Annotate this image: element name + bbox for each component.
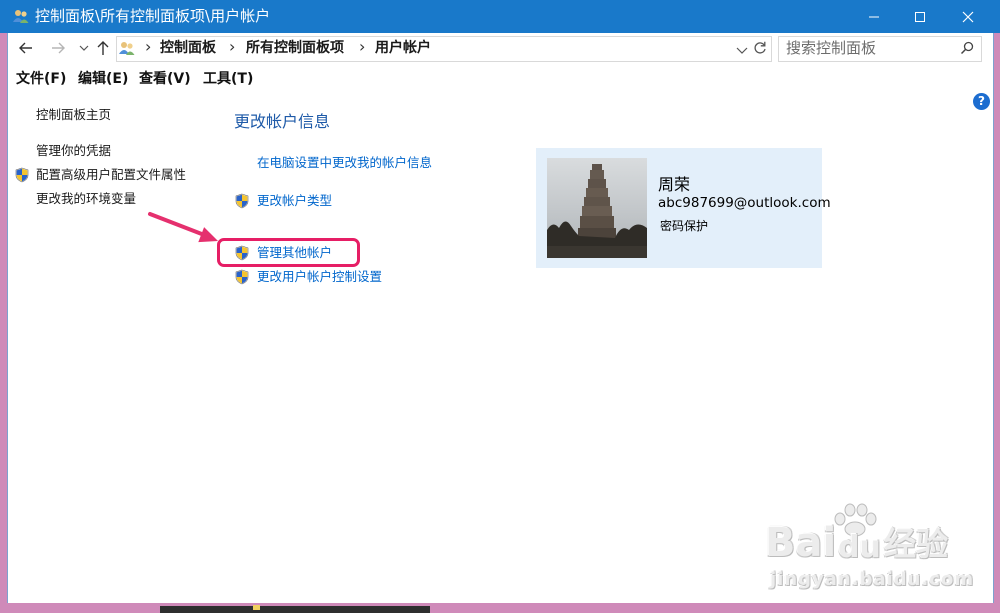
recent-locations-button[interactable] bbox=[75, 39, 93, 57]
watermark-url: jingyan.baidu.com bbox=[770, 569, 975, 590]
up-button[interactable] bbox=[94, 39, 112, 57]
breadcrumb-separator[interactable]: › bbox=[359, 37, 365, 57]
maximize-icon bbox=[915, 11, 925, 22]
breadcrumb-control-panel[interactable]: 控制面板 bbox=[160, 38, 216, 58]
recent-chevron-icon bbox=[79, 45, 89, 51]
close-icon bbox=[962, 11, 974, 22]
link-change-uac-settings[interactable]: 更改用户帐户控制设置 bbox=[257, 269, 382, 285]
watermark-brand-right: du bbox=[838, 530, 881, 565]
address-dropdown-button[interactable] bbox=[735, 42, 749, 56]
maximize-button[interactable] bbox=[897, 0, 943, 33]
page-heading: 更改帐户信息 bbox=[234, 112, 331, 131]
menu-view[interactable]: 查看(V) bbox=[139, 69, 191, 89]
user-accounts-icon bbox=[119, 42, 135, 55]
window-title: 控制面板\所有控制面板项\用户帐户 bbox=[35, 7, 271, 25]
breadcrumb-separator[interactable]: › bbox=[145, 37, 151, 57]
user-accounts-icon bbox=[13, 10, 29, 23]
watermark-brand-left: Bai bbox=[765, 520, 837, 566]
watermark-brand-cn: 经验 bbox=[884, 525, 949, 563]
help-icon[interactable]: ? bbox=[973, 93, 990, 110]
search-placeholder: 搜索控制面板 bbox=[786, 39, 877, 57]
account-email: abc987699@outlook.com bbox=[658, 195, 831, 211]
minimize-button[interactable] bbox=[851, 0, 897, 33]
forward-arrow-icon bbox=[52, 42, 65, 54]
link-change-account-in-pc-settings[interactable]: 在电脑设置中更改我的帐户信息 bbox=[257, 155, 432, 171]
uac-shield-icon bbox=[235, 245, 249, 261]
menu-file[interactable]: 文件(F) bbox=[16, 69, 66, 89]
breadcrumb-all-items[interactable]: 所有控制面板项 bbox=[246, 38, 344, 58]
menu-edit[interactable]: 编辑(E) bbox=[78, 69, 128, 89]
menu-tools[interactable]: 工具(T) bbox=[203, 69, 253, 89]
sidebar-item-control-panel-home[interactable]: 控制面板主页 bbox=[36, 107, 111, 123]
minimize-icon bbox=[869, 16, 879, 17]
breadcrumb-user-accounts[interactable]: 用户帐户 bbox=[375, 38, 431, 58]
refresh-button[interactable] bbox=[752, 40, 768, 56]
dropdown-chevron-icon bbox=[736, 47, 748, 54]
search-icon[interactable] bbox=[960, 41, 974, 55]
link-change-account-type[interactable]: 更改帐户类型 bbox=[257, 193, 332, 209]
account-name: 周荣 bbox=[658, 175, 691, 194]
uac-shield-icon bbox=[235, 193, 249, 209]
taskbar-marker bbox=[253, 605, 260, 610]
breadcrumb-separator[interactable]: › bbox=[229, 37, 235, 57]
forward-button[interactable] bbox=[49, 39, 67, 57]
uac-shield-icon bbox=[235, 269, 249, 285]
link-manage-other-accounts[interactable]: 管理其他帐户 bbox=[257, 245, 332, 261]
close-button[interactable] bbox=[945, 0, 991, 33]
taskbar-fragment bbox=[160, 606, 430, 613]
sidebar-item-advanced-profile[interactable]: 配置高级用户配置文件属性 bbox=[36, 167, 186, 183]
account-picture[interactable] bbox=[547, 158, 647, 258]
sidebar-item-manage-credentials[interactable]: 管理你的凭据 bbox=[36, 143, 111, 159]
refresh-icon bbox=[754, 41, 766, 54]
back-button[interactable] bbox=[17, 39, 35, 57]
account-status: 密码保护 bbox=[660, 219, 709, 233]
uac-shield-icon bbox=[15, 167, 29, 183]
back-arrow-icon bbox=[19, 42, 32, 54]
sidebar-item-environment-variables[interactable]: 更改我的环境变量 bbox=[36, 191, 136, 207]
up-arrow-icon bbox=[97, 41, 109, 55]
pink-arrow-icon bbox=[148, 212, 218, 243]
